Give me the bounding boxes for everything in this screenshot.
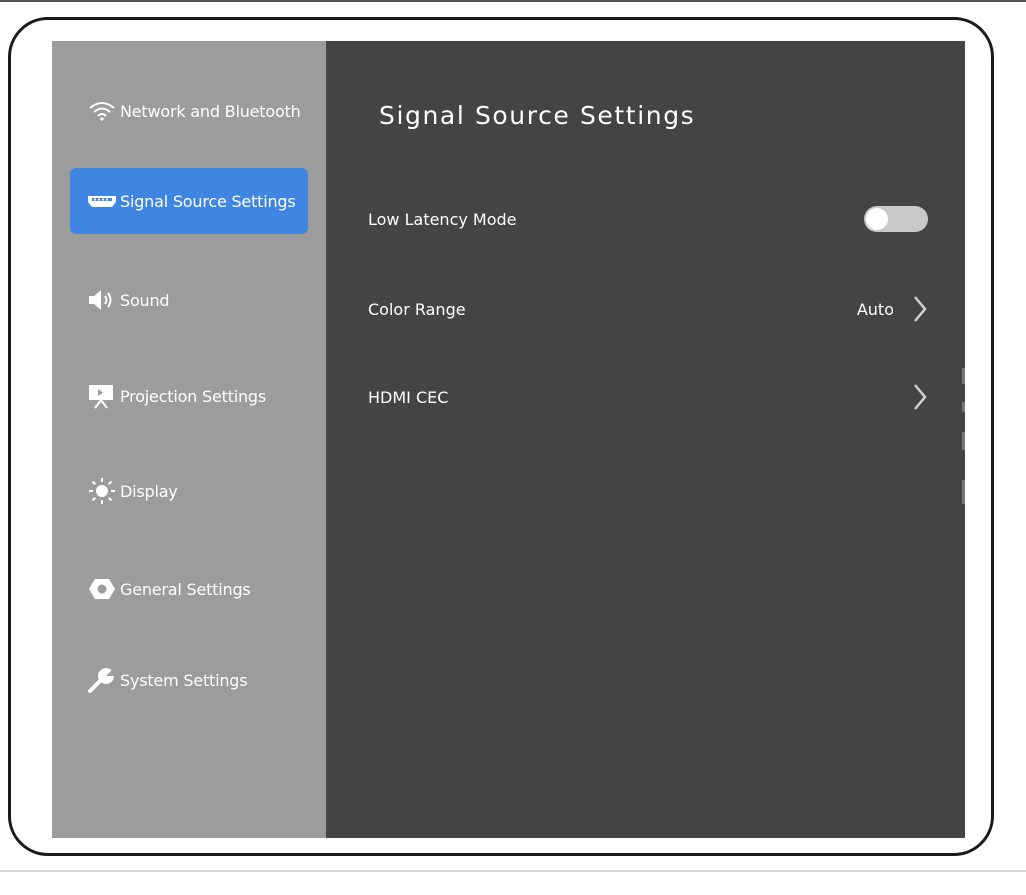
speaker-icon: [86, 287, 118, 313]
sun-brightness-icon: [86, 478, 118, 504]
sidebar-item-label: System Settings: [120, 670, 248, 690]
low-latency-toggle[interactable]: [864, 206, 928, 232]
toggle-knob: [866, 208, 888, 230]
sidebar-item-signal-source-settings[interactable]: Signal Source Settings: [70, 168, 308, 234]
setting-value: Auto: [856, 299, 894, 319]
chevron-right-icon: [912, 294, 928, 324]
setting-row-hdmi-cec[interactable]: HDMI CEC: [368, 371, 928, 423]
sidebar-item-display[interactable]: Display: [70, 458, 308, 524]
sidebar-item-label: Network and Bluetooth: [120, 101, 301, 121]
setting-row-color-range[interactable]: Color Range Auto: [368, 283, 928, 335]
chevron-right-icon: [912, 382, 928, 412]
bottom-rule: [0, 870, 1026, 872]
sidebar-item-label: Projection Settings: [120, 386, 267, 406]
edge-artifacts: [962, 368, 966, 508]
sidebar-item-label: Sound: [120, 290, 170, 310]
setting-row-low-latency-mode[interactable]: Low Latency Mode: [368, 193, 928, 245]
sidebar-item-label: Display: [120, 481, 178, 501]
sidebar-item-general-settings[interactable]: General Settings: [70, 556, 308, 622]
wifi-icon: [86, 98, 118, 124]
sidebar-item-label: Signal Source Settings: [120, 191, 296, 211]
projector-screen-icon: [86, 383, 118, 409]
sidebar-item-system-settings[interactable]: System Settings: [70, 647, 308, 713]
setting-label: Color Range: [368, 299, 466, 319]
sidebar-item-projection-settings[interactable]: Projection Settings: [70, 363, 308, 429]
settings-screen: Network and Bluetooth Signal Source Sett…: [52, 41, 965, 838]
sidebar-item-network-and-bluetooth[interactable]: Network and Bluetooth: [70, 78, 308, 144]
page-title: Signal Source Settings: [379, 101, 696, 130]
main-panel: Signal Source Settings Low Latency Mode …: [326, 41, 965, 838]
sidebar: Network and Bluetooth Signal Source Sett…: [52, 41, 326, 838]
hdmi-port-icon: [86, 188, 118, 214]
wrench-icon: [86, 666, 118, 693]
setting-label: Low Latency Mode: [368, 209, 517, 229]
gear-icon: [86, 576, 118, 602]
top-rule: [0, 0, 1026, 2]
sidebar-item-sound[interactable]: Sound: [70, 267, 308, 333]
setting-label: HDMI CEC: [368, 387, 449, 407]
sidebar-item-label: General Settings: [120, 579, 251, 599]
